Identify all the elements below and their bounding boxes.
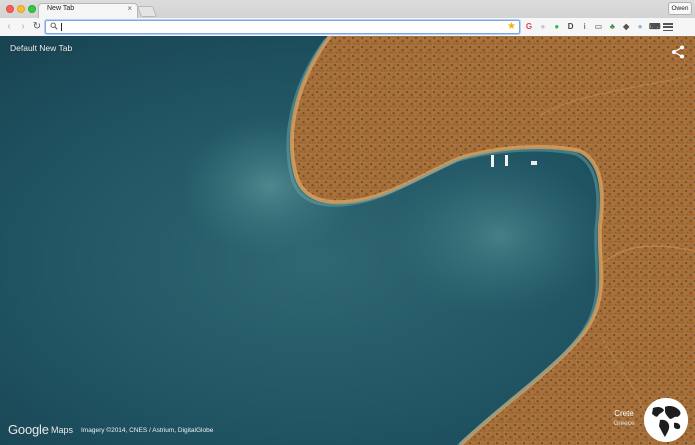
page-title: Default New Tab (10, 43, 73, 53)
tab-title: New Tab (47, 5, 75, 12)
g-extension-icon[interactable]: G (524, 22, 534, 32)
zoom-window-button[interactable] (28, 5, 36, 13)
extensions-bar: G ● ● Di ▭ ♣ ◆ ● ⌨ (524, 20, 673, 34)
d-extension-icon[interactable]: D (566, 22, 576, 32)
text-caret (61, 23, 62, 31)
reload-icon[interactable]: ↻ (31, 20, 43, 33)
profile-button[interactable]: Owen (668, 2, 692, 15)
forward-icon[interactable]: › (17, 20, 29, 33)
pocket-extension-icon[interactable]: ◆ (621, 22, 631, 32)
minimize-window-button[interactable] (17, 5, 25, 13)
address-input[interactable] (60, 22, 500, 32)
location-name[interactable]: Crete (608, 409, 640, 418)
imagery-attribution: Imagery ©2014, CNES / Astrium, DigitalGl… (81, 427, 214, 434)
new-tab-page: Default New Tab Google Maps Imagery ©201… (0, 36, 695, 445)
grey-circle-extension-icon[interactable]: ● (538, 22, 548, 32)
plant-extension-icon[interactable]: ♣ (607, 22, 617, 32)
bookmark-star-icon[interactable]: ★ (507, 21, 516, 33)
satellite-image (0, 36, 695, 445)
menu-icon[interactable] (662, 22, 673, 32)
tab-strip: New Tab × Owen (0, 0, 695, 18)
screen-extension-icon[interactable]: ▭ (593, 22, 603, 32)
share-icon[interactable] (671, 45, 685, 59)
blue-extension-icon[interactable]: ● (635, 22, 645, 32)
globe-icon[interactable] (644, 398, 688, 442)
maps-logo-text: Maps (51, 425, 74, 435)
tab-new-tab[interactable]: New Tab × (38, 3, 138, 18)
green-extension-icon[interactable]: ● (552, 22, 562, 32)
browser-chrome: New Tab × Owen ‹ › ↻ ★ G ● ● Di ▭ ♣ ◆ ● ⌨ (0, 0, 695, 36)
search-icon (50, 22, 58, 32)
google-logo: Google (8, 422, 49, 437)
close-window-button[interactable] (6, 5, 14, 13)
info-extension-icon[interactable]: i (580, 22, 590, 32)
keyboard-extension-icon[interactable]: ⌨ (649, 22, 661, 32)
new-tab-button[interactable] (136, 6, 158, 17)
back-icon[interactable]: ‹ (3, 20, 15, 33)
tab-close-icon[interactable]: × (127, 4, 132, 13)
location-country[interactable]: Greece (608, 420, 640, 427)
omnibox[interactable]: ★ (45, 20, 520, 34)
